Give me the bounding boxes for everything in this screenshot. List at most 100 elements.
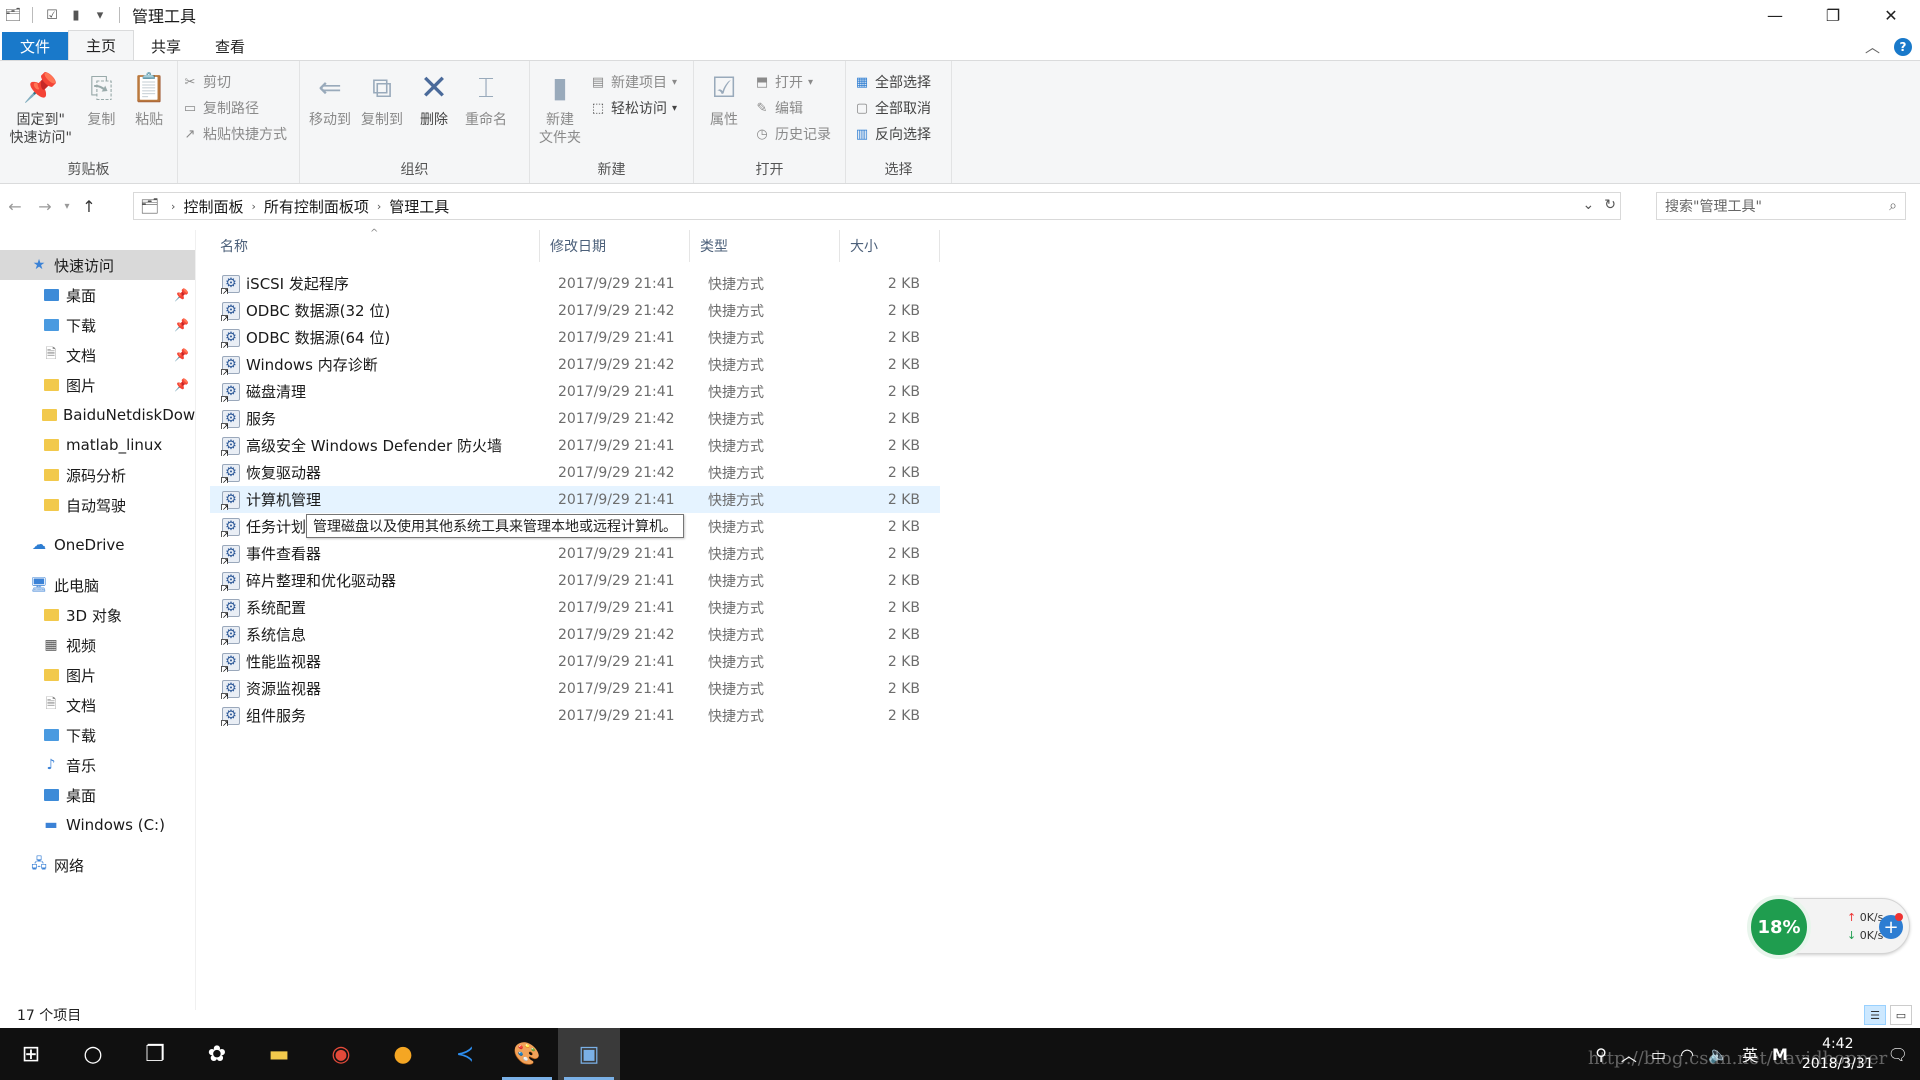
memory-percent[interactable]: 18% [1747, 895, 1811, 959]
table-row[interactable]: ⚙ ↗ Windows 内存诊断 2017/9/29 21:42 快捷方式 2 KB [210, 351, 940, 378]
tab-home[interactable]: 主页 [68, 30, 135, 60]
folder-app-icon[interactable]: 🗂 [4, 6, 22, 24]
nav-item-pc-downloads[interactable]: 下载 [0, 720, 195, 750]
nav-item-source-analysis[interactable]: 源码分析 [0, 460, 195, 490]
qat-dropdown-icon[interactable]: ▾ [91, 6, 109, 24]
paste-shortcut-button[interactable]: ↗ 粘贴快捷方式 [182, 123, 287, 145]
nav-item-matlab-linux[interactable]: matlab_linux [0, 430, 195, 460]
breadcrumb-admin-tools[interactable]: 管理工具 [389, 196, 449, 217]
nav-this-pc[interactable]: 🖥 此电脑 [0, 570, 195, 600]
tab-view[interactable]: 查看 [198, 32, 262, 60]
paint-icon[interactable]: 🎨 [496, 1028, 558, 1080]
pin-icon[interactable]: 📌 [174, 378, 189, 392]
network-speed-widget[interactable]: 18% ↑ 0K/s ↓ 0K/s + [1747, 895, 1910, 959]
file-type: 快捷方式 [708, 708, 764, 725]
table-row[interactable]: ⚙ ↗ 服务 2017/9/29 21:42 快捷方式 2 KB [210, 405, 940, 432]
search-icon[interactable]: ⌕ [1889, 198, 1897, 214]
address-dropdown-icon[interactable]: ⌄ [1583, 197, 1595, 213]
cut-button[interactable]: ✂ 剪切 [182, 71, 287, 93]
address-bar[interactable]: 🗂 › 控制面板 › 所有控制面板项 › 管理工具 ⌄ ↻ [133, 192, 1621, 220]
action-center-icon[interactable]: 🗨 [1888, 1045, 1908, 1064]
recent-locations-button[interactable]: ▾ [60, 192, 74, 220]
nav-quick-access[interactable]: ★ 快速访问 [0, 250, 195, 280]
table-row[interactable]: ⚙ ↗ 性能监视器 2017/9/29 21:41 快捷方式 2 KB [210, 648, 940, 675]
nav-label: BaiduNetdiskDow [63, 406, 196, 424]
nav-item-windows-c[interactable]: ▬ Windows (C:) [0, 810, 195, 840]
nav-item-documents[interactable]: 🗎 文档 📌 [0, 340, 195, 370]
edit-button[interactable]: ✎ 编辑 [754, 97, 831, 119]
up-button[interactable]: ↑ [74, 192, 104, 220]
select-none-button[interactable]: ▢ 全部取消 [854, 97, 931, 119]
column-date[interactable]: 修改日期 [540, 230, 690, 262]
column-size[interactable]: 大小 [840, 230, 940, 262]
nav-item-pc-desktop[interactable]: 桌面 [0, 780, 195, 810]
file-date: 2017/9/29 21:42 [558, 302, 675, 319]
minimize-button[interactable]: — [1746, 0, 1804, 30]
column-name[interactable]: 名称 ^ [210, 228, 540, 262]
copy-path-button[interactable]: ▭ 复制路径 [182, 97, 287, 119]
table-row[interactable]: ⚙ ↗ 恢复驱动器 2017/9/29 21:42 快捷方式 2 KB [210, 459, 940, 486]
pin-icon[interactable]: 📌 [174, 318, 189, 332]
table-row[interactable]: ⚙ ↗ 磁盘清理 2017/9/29 21:41 快捷方式 2 KB [210, 378, 940, 405]
task-view-icon[interactable]: ❐ [124, 1028, 186, 1080]
pin-icon[interactable]: 📌 [174, 348, 189, 362]
properties-check-icon[interactable]: ☑ [43, 6, 61, 24]
table-row[interactable]: ⚙ ↗ ODBC 数据源(32 位) 2017/9/29 21:42 快捷方式 2 KB [210, 297, 940, 324]
nav-onedrive[interactable]: ☁ OneDrive [0, 530, 195, 560]
open-button[interactable]: ⬒ 打开 ▾ [754, 71, 831, 93]
easy-access-button[interactable]: ⬚ 轻松访问 ▾ [590, 97, 677, 119]
large-icons-view-icon[interactable]: ▭ [1890, 1005, 1912, 1025]
vscode-icon[interactable]: ≺ [434, 1028, 496, 1080]
control-panel-taskbar-icon[interactable]: ▣ [558, 1028, 620, 1080]
nav-item-3d-objects[interactable]: 3D 对象 [0, 600, 195, 630]
chrome-icon[interactable]: ◉ [310, 1028, 372, 1080]
table-row[interactable]: ⚙ ↗ 计算机管理 2017/9/29 21:41 快捷方式 2 KB [210, 486, 940, 513]
back-button[interactable]: ← [0, 192, 30, 220]
new-item-button[interactable]: ▤ 新建项目 ▾ [590, 71, 677, 93]
search-circle-icon[interactable]: ○ [62, 1028, 124, 1080]
invert-selection-button[interactable]: ▥ 反向选择 [854, 123, 931, 145]
table-row[interactable]: ⚙ ↗ 高级安全 Windows Defender 防火墙 2017/9/29 21:… [210, 432, 940, 459]
folder-icon [42, 436, 60, 454]
file-type: 快捷方式 [708, 411, 764, 428]
tab-share[interactable]: 共享 [134, 32, 198, 60]
details-view-icon[interactable]: ☰ [1864, 1005, 1886, 1025]
column-type[interactable]: 类型 [690, 230, 840, 262]
nav-network[interactable]: 🖧 网络 [0, 850, 195, 880]
nav-item-music[interactable]: ♪ 音乐 [0, 750, 195, 780]
table-row[interactable]: ⚙ ↗ 系统信息 2017/9/29 21:42 快捷方式 2 KB [210, 621, 940, 648]
app-pinwheel-icon[interactable]: ✿ [186, 1028, 248, 1080]
nav-item-baidunetdisk[interactable]: BaiduNetdiskDow [0, 400, 195, 430]
history-button[interactable]: ◷ 历史记录 [754, 123, 831, 145]
forward-button[interactable]: → [30, 192, 60, 220]
table-row[interactable]: ⚙ ↗ 碎片整理和优化驱动器 2017/9/29 21:41 快捷方式 2 KB [210, 567, 940, 594]
pin-icon[interactable]: 📌 [174, 288, 189, 302]
breadcrumb-all-items[interactable]: 所有控制面板项 [264, 196, 369, 217]
nav-item-desktop[interactable]: 桌面 📌 [0, 280, 195, 310]
nav-item-pc-pictures[interactable]: 图片 [0, 660, 195, 690]
restore-button[interactable]: ❐ [1804, 0, 1862, 30]
search-box[interactable]: 搜索"管理工具" ⌕ [1656, 192, 1906, 220]
nav-item-autonomous-driving[interactable]: 自动驾驶 [0, 490, 195, 520]
table-row[interactable]: ⚙ ↗ 资源监视器 2017/9/29 21:41 快捷方式 2 KB [210, 675, 940, 702]
nav-item-videos[interactable]: ▦ 视频 [0, 630, 195, 660]
table-row[interactable]: ⚙ ↗ 系统配置 2017/9/29 21:41 快捷方式 2 KB [210, 594, 940, 621]
nav-item-pictures[interactable]: 图片 📌 [0, 370, 195, 400]
close-button[interactable]: ✕ [1862, 0, 1920, 30]
refresh-icon[interactable]: ↻ [1604, 197, 1616, 213]
table-row[interactable]: ⚙ ↗ 组件服务 2017/9/29 21:41 快捷方式 2 KB [210, 702, 940, 729]
nav-item-downloads[interactable]: 下载 📌 [0, 310, 195, 340]
tab-file[interactable]: 文件 [2, 32, 68, 60]
collapse-ribbon-icon[interactable]: ︿ [1865, 36, 1880, 57]
nav-item-pc-documents[interactable]: 🗎 文档 [0, 690, 195, 720]
new-folder-icon[interactable]: ▮ [67, 6, 85, 24]
help-icon[interactable]: ? [1894, 37, 1912, 56]
table-row[interactable]: ⚙ ↗ iSCSI 发起程序 2017/9/29 21:41 快捷方式 2 KB [210, 270, 940, 297]
file-explorer-icon[interactable]: ▬ [248, 1028, 310, 1080]
select-all-button[interactable]: ▦ 全部选择 [854, 71, 931, 93]
start-button[interactable]: ⊞ [0, 1028, 62, 1080]
breadcrumb-control-panel[interactable]: 控制面板 [183, 196, 243, 217]
table-row[interactable]: ⚙ ↗ ODBC 数据源(64 位) 2017/9/29 21:41 快捷方式 2 KB [210, 324, 940, 351]
app-orange-icon[interactable]: ● [372, 1028, 434, 1080]
table-row[interactable]: ⚙ ↗ 事件查看器 2017/9/29 21:41 快捷方式 2 KB [210, 540, 940, 567]
